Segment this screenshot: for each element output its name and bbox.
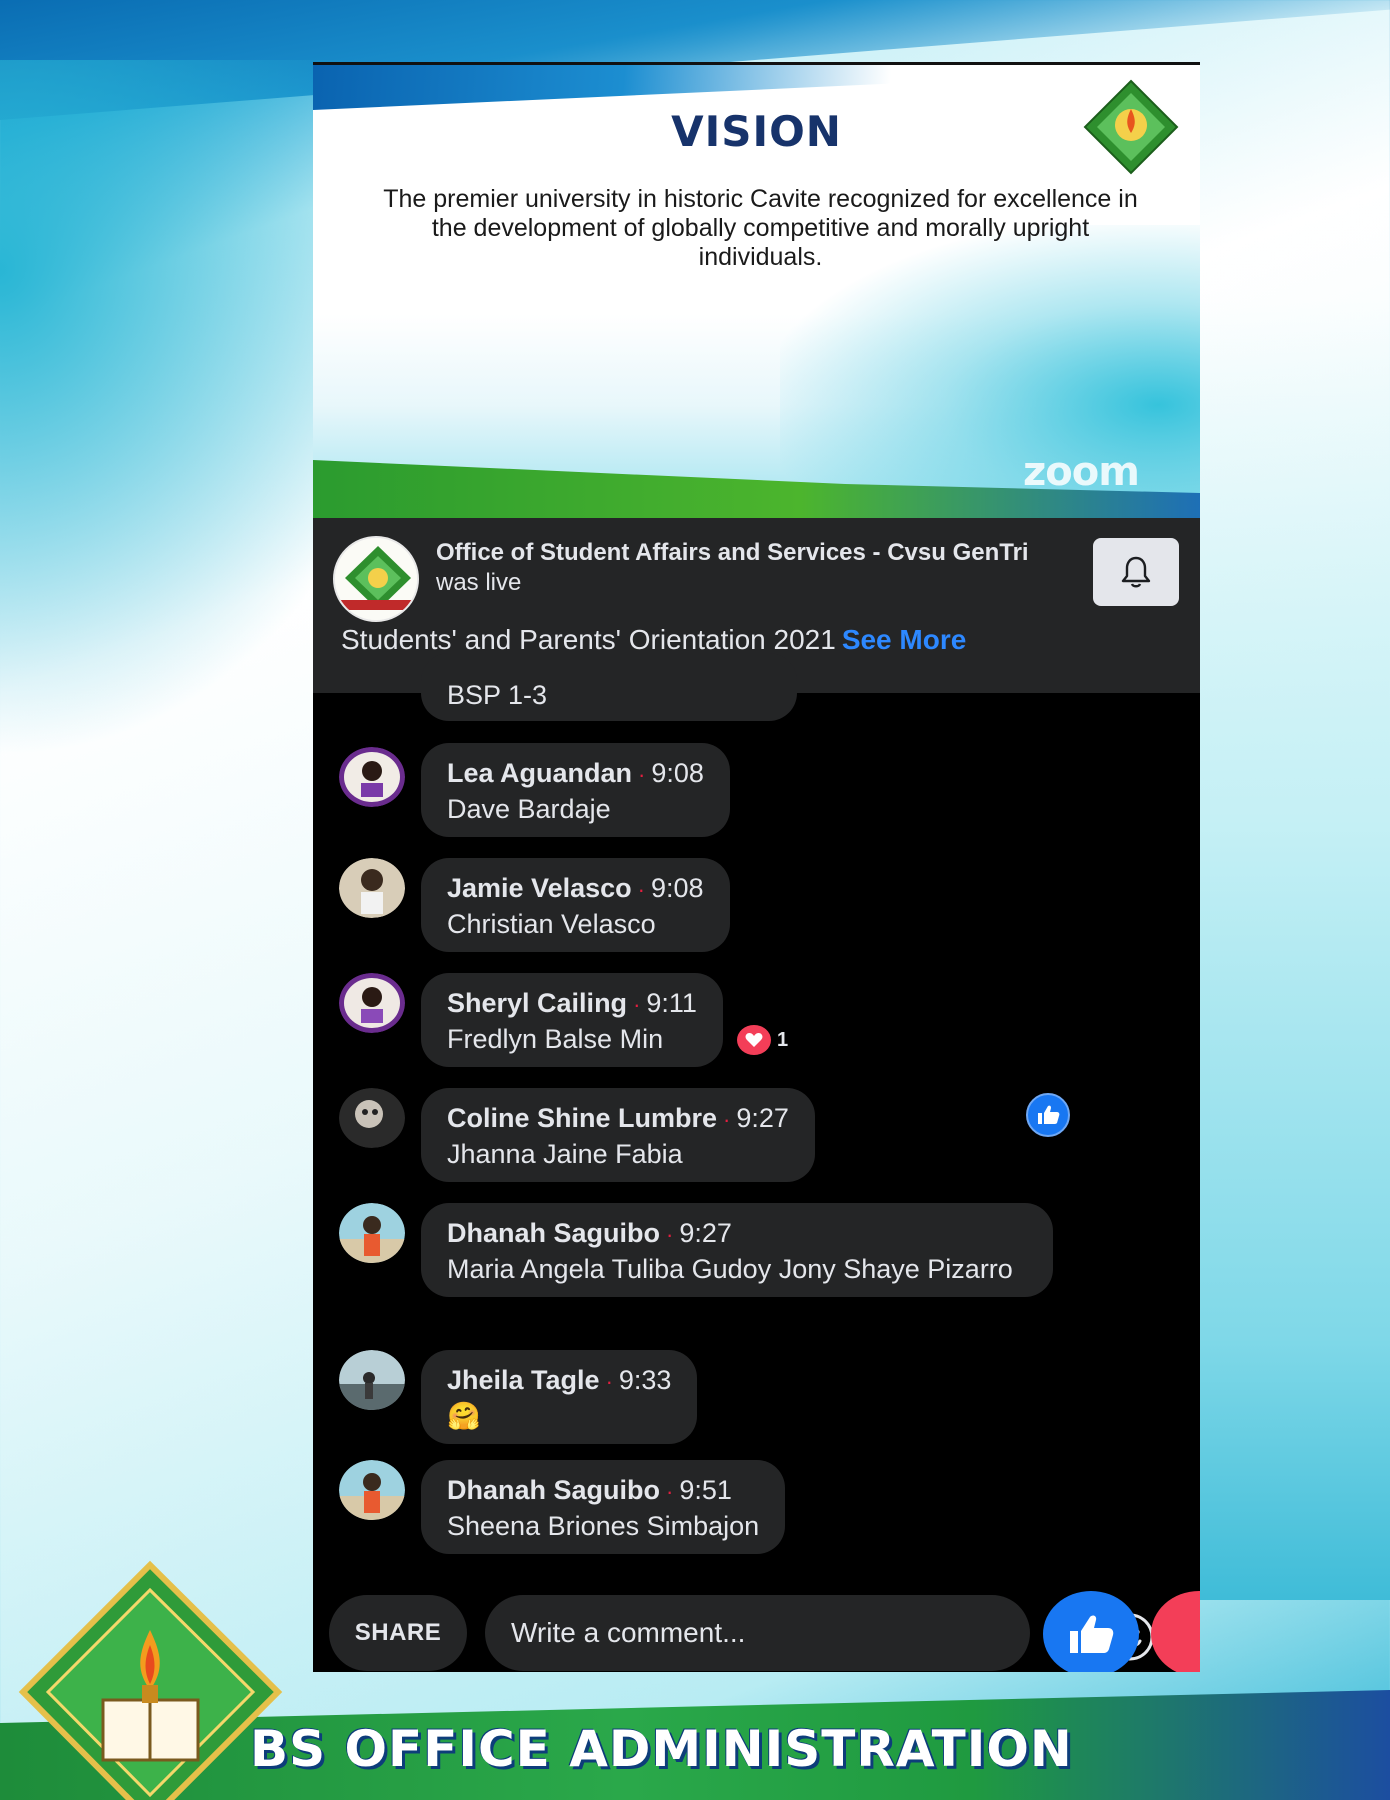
osas-avatar-icon — [335, 538, 417, 620]
page-avatar[interactable] — [333, 536, 419, 622]
avatar-icon — [339, 858, 405, 918]
avatar-icon — [339, 973, 405, 1033]
commenter-avatar[interactable] — [339, 1460, 405, 1520]
commenter-avatar[interactable] — [339, 858, 405, 918]
separator-dot: · — [666, 1479, 674, 1504]
comment-input[interactable]: Write a comment... — [485, 1595, 1154, 1671]
comment-text: Fredlyn Balse Min — [447, 1024, 664, 1054]
love-button[interactable] — [1151, 1591, 1200, 1672]
commenter-avatar[interactable] — [339, 1350, 405, 1410]
phone-screenshot: VISION The premier university in histori… — [313, 62, 1200, 1672]
reaction-count: 1 — [777, 1028, 789, 1051]
comments-list[interactable]: BSP 1-3 Lea Aguandan · 9:08 Dave Bardaje J… — [313, 653, 1200, 1583]
like-button[interactable] — [1043, 1591, 1139, 1672]
live-description-text: Students' and Parents' Orientation 2021 — [341, 624, 836, 655]
thumbs-up-icon — [1070, 1615, 1114, 1653]
comment-time: 9:11 — [646, 988, 697, 1018]
commenter-name[interactable]: Jamie Velasco — [447, 873, 632, 903]
comment-time: 9:27 — [736, 1103, 789, 1133]
commenter-name[interactable]: Lea Aguandan — [447, 758, 632, 788]
program-title: BS OFFICE ADMINISTRATION — [250, 1720, 1073, 1778]
page-name-link[interactable]: Office of Student Affairs and Services -… — [436, 539, 1029, 566]
comment-time: 9:27 — [679, 1218, 732, 1248]
see-more-link[interactable]: See More — [842, 624, 967, 655]
comment-time: 9:08 — [650, 873, 704, 903]
avatar-icon — [339, 1088, 405, 1148]
commenter-name[interactable]: Dhanah Saguibo — [447, 1475, 660, 1505]
comment-bubble: Sheryl Cailing · 9:11 Fredlyn Balse Min — [421, 973, 723, 1067]
comment-text: Sheena Briones Simbajon — [447, 1511, 760, 1541]
commenter-name[interactable]: Jheila Tagle — [447, 1365, 600, 1395]
comment-text: Dave Bardaje — [447, 794, 611, 824]
comment-text: 🤗 — [447, 1401, 481, 1431]
comment-text: Jhanna Jaine Fabia — [447, 1139, 683, 1169]
separator-dot: · — [637, 877, 645, 902]
zoom-watermark: zoom — [1023, 449, 1140, 495]
avatar-icon — [339, 1203, 405, 1263]
floating-like-reaction-icon — [1026, 1093, 1070, 1137]
commenter-avatar[interactable] — [339, 973, 405, 1033]
comment-bubble: Lea Aguandan · 9:08 Dave Bardaje — [421, 743, 730, 837]
slide-vision-text: The premier university in historic Cavit… — [383, 185, 1138, 271]
commenter-name[interactable]: Dhanah Saguibo — [447, 1218, 660, 1248]
comment-text: BSP 1-3 — [447, 680, 548, 710]
separator-dot: · — [666, 1222, 674, 1247]
avatar-icon — [339, 1350, 405, 1410]
comment-reaction[interactable]: 1 — [737, 1025, 788, 1055]
live-description: Students' and Parents' Orientation 2021 S… — [341, 624, 1181, 656]
background-right-glow — [1190, 300, 1390, 1600]
comment-bubble: Dhanah Saguibo · 9:51 Sheena Briones Simba… — [421, 1460, 786, 1554]
live-status: was live — [436, 569, 522, 596]
comment-bubble: Coline Shine Lumbre · 9:27 Jhanna Jaine Fa… — [421, 1088, 815, 1182]
separator-dot: · — [638, 762, 646, 787]
live-video-frame[interactable]: VISION The premier university in histori… — [313, 65, 1200, 518]
commenter-avatar[interactable] — [339, 1088, 405, 1148]
university-seal-logo — [18, 1560, 283, 1800]
comment-time: 9:51 — [679, 1475, 732, 1505]
comment-bar: SHARE Write a comment... — [313, 1579, 1200, 1672]
heart-reaction-icon — [737, 1025, 771, 1055]
commenter-avatar[interactable] — [339, 747, 405, 807]
comment-time: 9:33 — [618, 1365, 672, 1395]
comment-bubble-partial: BSP 1-3 — [421, 653, 797, 721]
separator-dot: · — [605, 1369, 613, 1394]
separator-dot: · — [723, 1107, 731, 1132]
commenter-name[interactable]: Coline Shine Lumbre — [447, 1103, 717, 1133]
commenter-avatar[interactable] — [339, 1203, 405, 1263]
avatar-icon — [339, 1460, 405, 1520]
avatar-icon — [339, 747, 405, 807]
comment-bubble: Jheila Tagle · 9:33 🤗 — [421, 1350, 698, 1444]
comment-text: Maria Angela Tuliba Gudoy Jony Shaye Piz… — [447, 1254, 1013, 1284]
bell-icon — [1121, 556, 1151, 588]
slide-top-band — [313, 65, 1200, 110]
slide-title: VISION — [671, 107, 842, 156]
notification-bell-button[interactable] — [1093, 538, 1179, 606]
comment-bubble: Dhanah Saguibo · 9:27 Maria Angela Tuliba … — [421, 1203, 1053, 1297]
separator-dot: · — [633, 992, 641, 1017]
share-button[interactable]: SHARE — [329, 1595, 467, 1671]
comment-time: 9:08 — [651, 758, 704, 788]
comment-text: Christian Velasco — [447, 909, 656, 939]
comment-bubble: Jamie Velasco · 9:08 Christian Velasco — [421, 858, 730, 952]
live-page-title[interactable]: Office of Student Affairs and Services -… — [436, 538, 1076, 598]
comment-placeholder: Write a comment... — [511, 1617, 746, 1648]
commenter-name[interactable]: Sheryl Cailing — [447, 988, 627, 1018]
